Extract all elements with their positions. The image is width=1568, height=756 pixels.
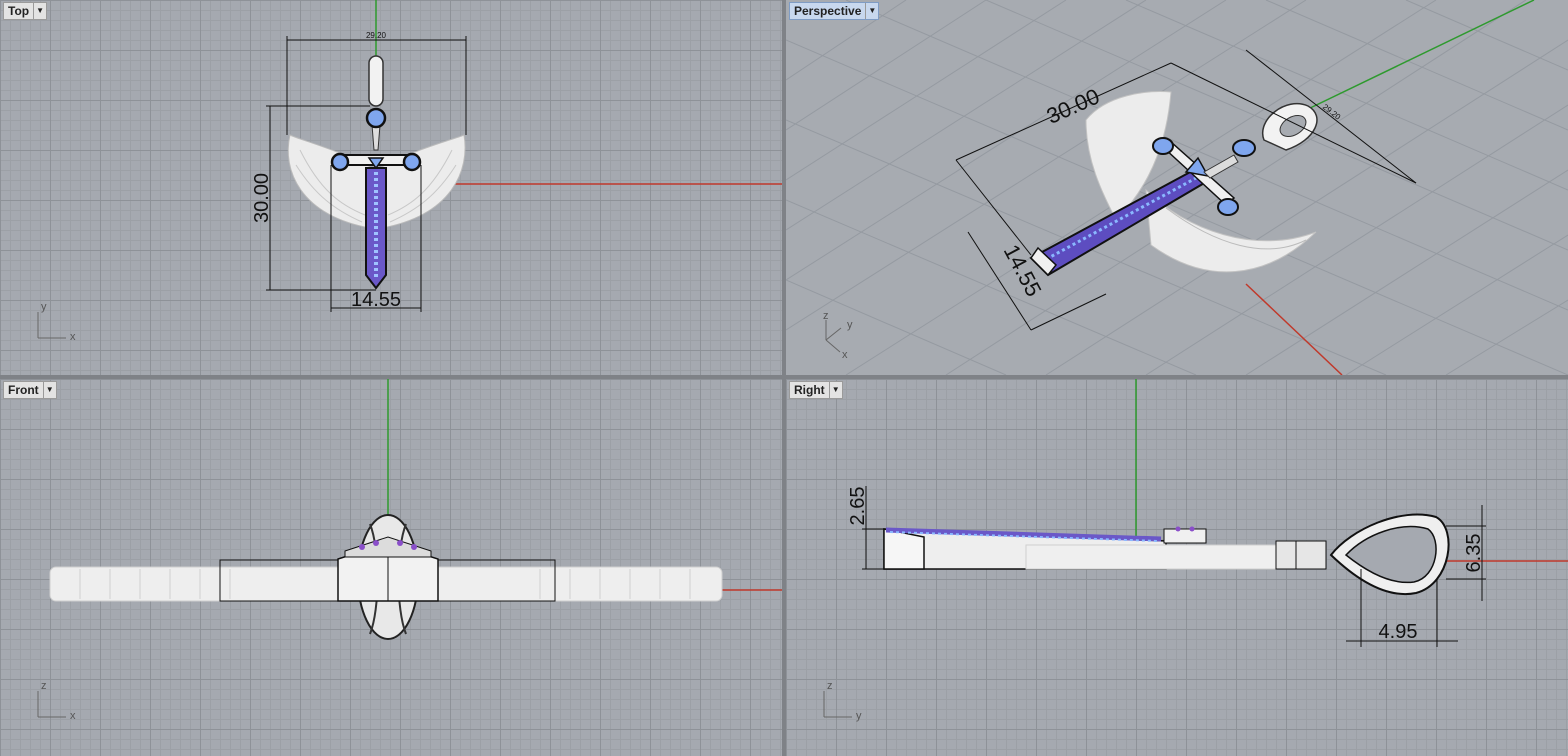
viewport-perspective-name[interactable]: Perspective [790, 3, 865, 19]
dim-top-width: 29.20 [366, 31, 387, 40]
axis-label-x: x [842, 349, 848, 361]
dim-right-bail: 6.35 [1463, 534, 1485, 573]
axis-label-z: z [827, 680, 833, 692]
viewport-right-name[interactable]: Right [790, 382, 829, 398]
axis-label-y: y [847, 319, 853, 331]
viewport-right-label[interactable]: Right ▼ [789, 381, 843, 399]
axis-label-z: z [41, 680, 47, 692]
x-axis-line [1245, 283, 1343, 375]
viewport-perspective-label[interactable]: Perspective ▼ [789, 2, 880, 20]
crossguard [1163, 528, 1207, 544]
viewport-right[interactable]: Right ▼ 2.65 6.35 4.95 z y [786, 379, 1568, 756]
axis-label-x: x [70, 331, 76, 343]
front-view-drawing: z x [37, 379, 782, 722]
gem-right [402, 152, 422, 172]
viewport-top-label[interactable]: Top ▼ [3, 2, 48, 20]
gem-left [1152, 137, 1174, 155]
viewport-top-name[interactable]: Top [4, 3, 33, 19]
viewport-perspective[interactable]: Perspective ▼ 30.00 14.55 29.20 z y x [786, 0, 1568, 375]
perspective-view-drawing: 30.00 14.55 29.20 z y x [786, 0, 1568, 375]
viewport-front-name[interactable]: Front [4, 382, 43, 398]
bail [368, 55, 384, 107]
y-axis-line [1305, 0, 1535, 111]
dim-top-bottom: 14.55 [351, 289, 401, 311]
grip [1275, 540, 1327, 570]
top-view-drawing: 29.20 30.00 14.55 y x [37, 0, 782, 343]
viewport-top[interactable]: Top ▼ 29.20 30.00 14.55 y x [0, 0, 782, 375]
grip [371, 124, 381, 151]
wings [1025, 544, 1277, 570]
gem-top [1232, 139, 1256, 157]
dim-persp-small: 29.20 [1321, 102, 1343, 122]
axis-widget-top [37, 312, 66, 339]
chevron-down-icon[interactable]: ▼ [828, 382, 842, 398]
dim-top-height: 30.00 [251, 173, 273, 223]
gem-left [330, 152, 350, 172]
chevron-down-icon[interactable]: ▼ [33, 3, 46, 19]
axis-label-y: y [856, 710, 862, 722]
axis-widget-front [37, 691, 66, 718]
right-view-drawing: 2.65 6.35 4.95 z y [823, 379, 1568, 722]
viewport-front[interactable]: Front ▼ z x [0, 379, 782, 756]
chevron-down-icon[interactable]: ▼ [865, 3, 878, 19]
dim-right-height: 2.65 [847, 487, 869, 526]
viewport-front-label[interactable]: Front ▼ [3, 381, 57, 399]
axis-widget-right [823, 691, 852, 718]
axis-label-z: z [823, 310, 829, 322]
axis-label-x: x [70, 710, 76, 722]
axis-widget-persp [825, 320, 842, 353]
chevron-down-icon[interactable]: ▼ [42, 382, 56, 398]
dim-right-bail-width: 4.95 [1379, 621, 1418, 643]
gem-top [365, 107, 387, 129]
gem-right [1217, 198, 1239, 216]
axis-label-y: y [41, 301, 47, 313]
